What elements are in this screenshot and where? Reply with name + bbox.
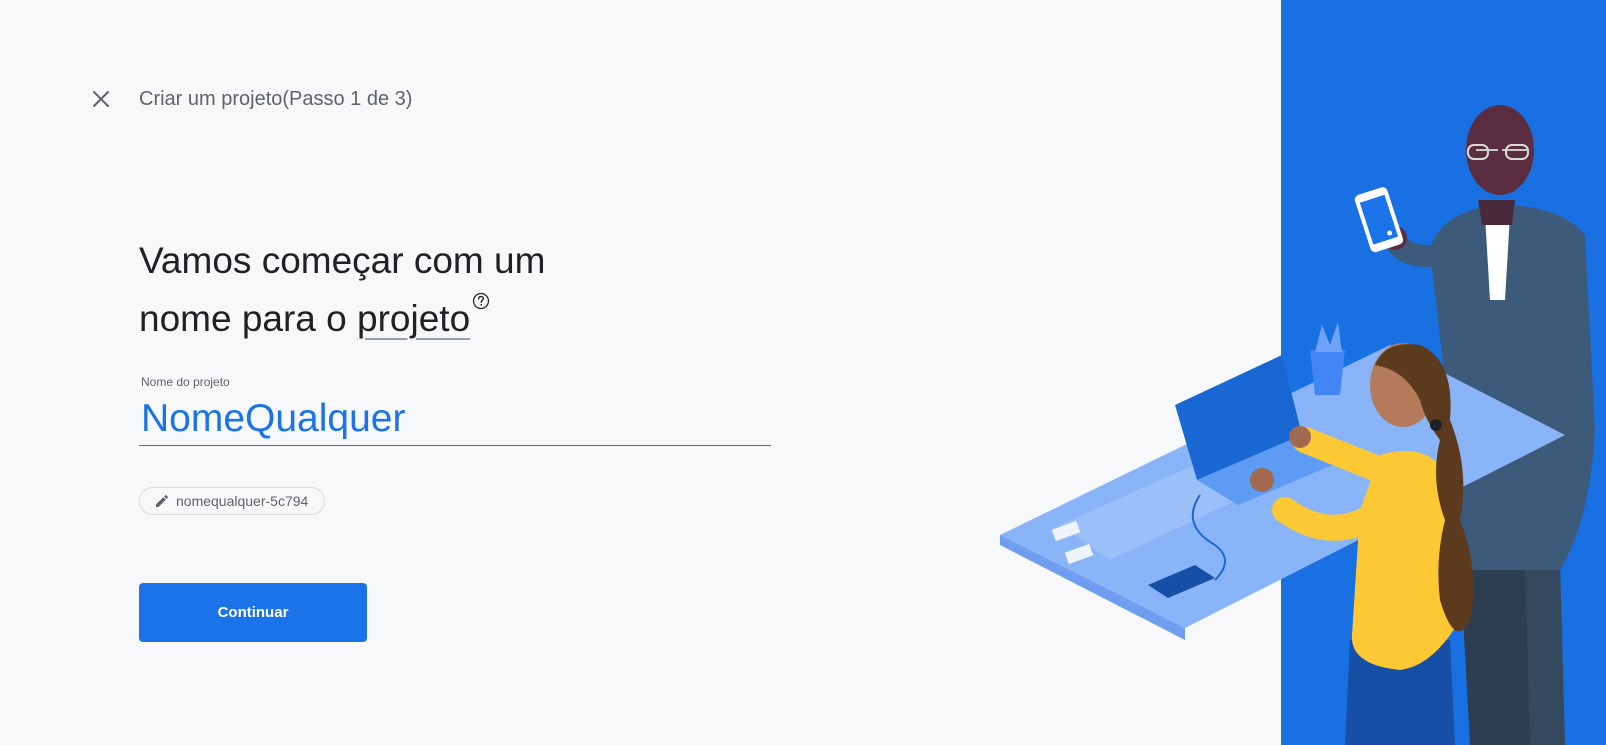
step-title: Criar um projeto(Passo 1 de 3) bbox=[139, 88, 413, 110]
project-term-link[interactable]: projeto bbox=[357, 298, 470, 339]
project-name-input[interactable] bbox=[139, 392, 771, 446]
heading-line-1: Vamos começar com um bbox=[139, 240, 546, 281]
pencil-icon bbox=[156, 494, 169, 507]
project-id-text: nomequalquer-5c794 bbox=[176, 493, 309, 509]
team-illustration bbox=[1000, 0, 1606, 745]
project-id-chip[interactable]: nomequalquer-5c794 bbox=[139, 487, 325, 515]
close-button[interactable] bbox=[86, 84, 116, 114]
project-name-label: Nome do projeto bbox=[141, 375, 230, 389]
help-circle-icon[interactable] bbox=[472, 292, 490, 310]
close-icon bbox=[93, 91, 109, 107]
page-heading: Vamos começar com um nome para o projeto bbox=[139, 232, 699, 348]
heading-line-2-prefix: nome para o bbox=[139, 298, 358, 339]
continue-button[interactable]: Continuar bbox=[139, 583, 367, 642]
